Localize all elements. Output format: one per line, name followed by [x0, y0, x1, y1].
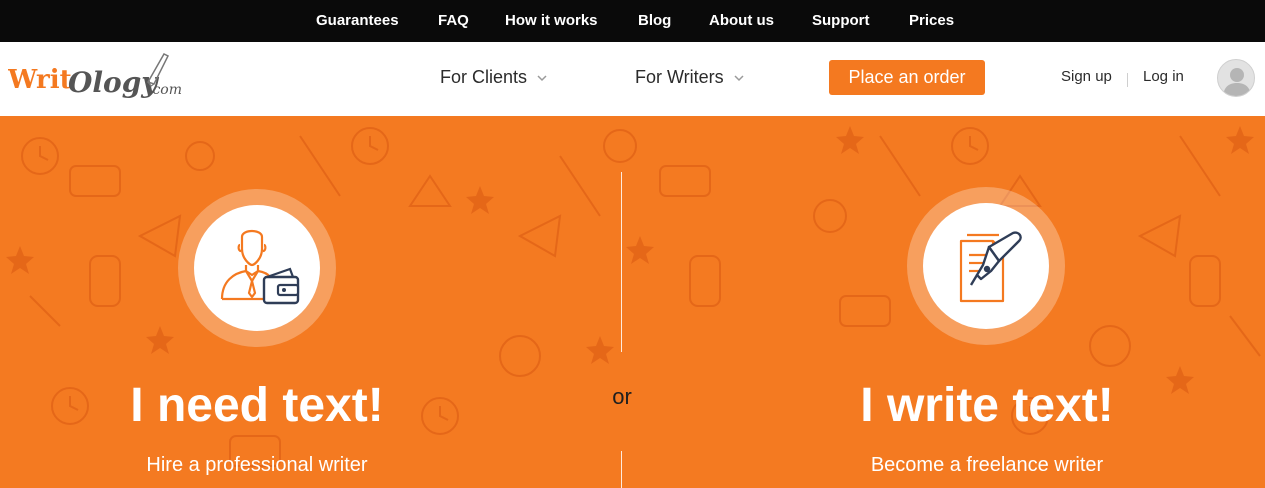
auth-divider — [1127, 73, 1128, 87]
writology-logo-mark: Writ Ology .com — [8, 53, 182, 99]
place-order-button[interactable]: Place an order — [829, 60, 985, 95]
hero-right-title: I write text! — [860, 379, 1114, 432]
user-silhouette-icon — [1223, 68, 1251, 96]
for-writers-label: For Writers — [635, 67, 724, 87]
top-navigation-bar: Guarantees FAQ How it works Blog About u… — [0, 0, 1265, 42]
hero-right-subtitle[interactable]: Become a freelance writer — [777, 454, 1197, 477]
topnav-how-it-works-link[interactable]: How it works — [505, 12, 598, 29]
hero-divider-top — [621, 172, 622, 352]
hero-section: or I need text! Hire a professional writ… — [0, 116, 1265, 488]
topnav-faq-link[interactable]: FAQ — [438, 12, 469, 29]
user-avatar[interactable] — [1217, 59, 1255, 97]
main-header: Writ Ology .com For Clients For Writers … — [0, 42, 1265, 116]
document-pen-icon — [959, 231, 1022, 303]
for-writers-dropdown[interactable]: For Writers — [635, 67, 744, 88]
or-separator: or — [612, 384, 632, 409]
hero-left-subtitle[interactable]: Hire a professional writer — [47, 454, 467, 477]
writer-icon-badge[interactable] — [907, 187, 1065, 345]
topnav-support-link[interactable]: Support — [812, 12, 870, 29]
sign-up-link[interactable]: Sign up — [1061, 68, 1112, 85]
topnav-prices-link[interactable]: Prices — [909, 12, 954, 29]
topnav-about-us-link[interactable]: About us — [709, 12, 774, 29]
topnav-blog-link[interactable]: Blog — [638, 12, 671, 29]
client-icon-badge[interactable] — [178, 189, 336, 347]
hero-left-title: I need text! — [130, 379, 384, 432]
hero-divider-bottom — [621, 451, 622, 488]
client-wallet-icon — [220, 229, 300, 305]
chevron-down-icon — [734, 74, 744, 81]
for-clients-label: For Clients — [440, 67, 528, 87]
svg-text:Ology: Ology — [68, 66, 159, 99]
chevron-down-icon — [537, 74, 547, 81]
for-clients-dropdown[interactable]: For Clients — [440, 67, 547, 88]
log-in-link[interactable]: Log in — [1143, 68, 1184, 85]
svg-text:Writ: Writ — [8, 65, 72, 95]
topnav-guarantees-link[interactable]: Guarantees — [316, 12, 399, 29]
site-logo[interactable]: Writ Ology .com — [8, 50, 198, 106]
